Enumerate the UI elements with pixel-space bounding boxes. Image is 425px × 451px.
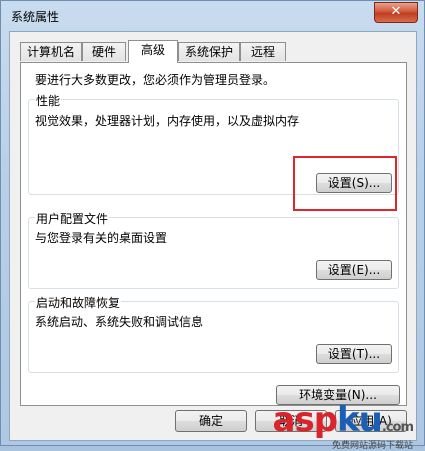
title-bar[interactable]: 系统属性 ✕ xyxy=(1,1,424,31)
user-profiles-group: 用户配置文件 与您登录有关的桌面设置 设置(E)... xyxy=(28,210,399,289)
startup-recovery-title: 启动和故障恢复 xyxy=(35,294,122,311)
watermark-asp: asp xyxy=(272,400,339,440)
performance-description: 视觉效果，处理器计划，内存使用，以及虚拟内存 xyxy=(35,114,300,128)
system-properties-window: 系统属性 ✕ 计算机名 硬件 高级 系统保护 远程 要进行大多数更改，您必须作为… xyxy=(0,0,425,446)
aspku-watermark-logo: aspku.com 免费网站源码下载站 xyxy=(272,400,414,451)
startup-recovery-settings-button[interactable]: 设置(T)... xyxy=(316,344,392,364)
red-highlight-box xyxy=(293,156,397,211)
user-profiles-settings-button[interactable]: 设置(E)... xyxy=(316,260,392,280)
watermark-com: .com xyxy=(381,420,414,435)
startup-recovery-description: 系统启动、系统失败和调试信息 xyxy=(35,315,204,329)
dialog-client: 计算机名 硬件 高级 系统保护 远程 要进行大多数更改，您必须作为管理员登录。 … xyxy=(9,31,417,441)
user-profiles-description: 与您登录有关的桌面设置 xyxy=(35,231,168,245)
close-icon: ✕ xyxy=(390,4,402,19)
watermark-ku: ku xyxy=(337,400,383,440)
performance-title: 性能 xyxy=(35,92,62,109)
window-title: 系统属性 xyxy=(11,10,60,24)
tab-remote[interactable]: 远程 xyxy=(240,42,286,61)
ok-button[interactable]: 确定 xyxy=(175,410,247,432)
close-button[interactable]: ✕ xyxy=(374,2,418,23)
admin-notice: 要进行大多数更改，您必须作为管理员登录。 xyxy=(35,73,276,87)
tab-system-protection[interactable]: 系统保护 xyxy=(178,42,240,61)
tab-advanced[interactable]: 高级 xyxy=(128,40,178,63)
tab-hardware[interactable]: 硬件 xyxy=(82,42,126,61)
startup-recovery-group: 启动和故障恢复 系统启动、系统失败和调试信息 设置(T)... xyxy=(28,294,399,373)
advanced-tab-panel: 要进行大多数更改，您必须作为管理员登录。 性能 视觉效果，处理器计划，内存使用，… xyxy=(20,62,407,406)
user-profiles-title: 用户配置文件 xyxy=(35,210,110,227)
tab-computer-name[interactable]: 计算机名 xyxy=(20,42,82,61)
watermark-subtitle: 免费网站源码下载站 xyxy=(331,441,413,451)
